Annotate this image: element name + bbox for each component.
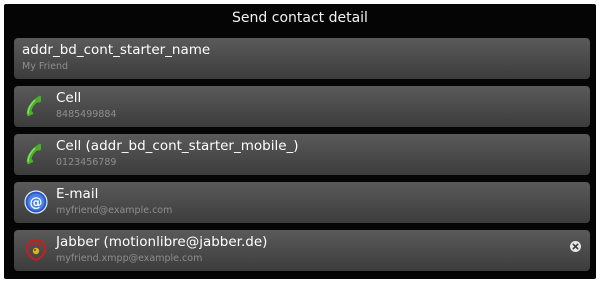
list-item-name[interactable]: addr_bd_cont_starter_name My Friend	[14, 38, 590, 79]
list-item-cell-mobile[interactable]: Cell (addr_bd_cont_starter_mobile_) 0123…	[14, 134, 590, 175]
list-item-primary: Jabber (motionlibre@jabber.de)	[56, 234, 268, 250]
list-item-secondary: 8485499884	[56, 109, 117, 120]
list-item-secondary: My Friend	[22, 61, 69, 72]
list-item-primary: addr_bd_cont_starter_name	[22, 42, 211, 58]
dialog: Send contact detail addr_bd_cont_starter…	[4, 4, 596, 279]
list-item-email[interactable]: @ E-mail myfriend@example.com	[14, 182, 590, 223]
phone-icon	[22, 92, 50, 120]
phone-icon	[22, 140, 50, 168]
list-item-primary: E-mail	[56, 186, 99, 202]
list-item-secondary: 0123456789	[56, 157, 117, 168]
svg-text:@: @	[30, 196, 43, 211]
list-item-jabber[interactable]: Jabber (motionlibre@jabber.de) myfriend.…	[14, 230, 590, 271]
email-at-icon: @	[22, 188, 50, 216]
list-item-secondary: myfriend.xmpp@example.com	[56, 253, 203, 264]
close-icon[interactable]	[570, 237, 581, 252]
dialog-title: Send contact detail	[232, 10, 368, 26]
list-item-cell[interactable]: Cell 8485499884	[14, 86, 590, 127]
list-item-primary: Cell (addr_bd_cont_starter_mobile_)	[56, 138, 299, 154]
list-item-secondary: myfriend@example.com	[56, 205, 173, 216]
list-item-primary: Cell	[56, 90, 82, 106]
jabber-icon	[22, 236, 50, 264]
